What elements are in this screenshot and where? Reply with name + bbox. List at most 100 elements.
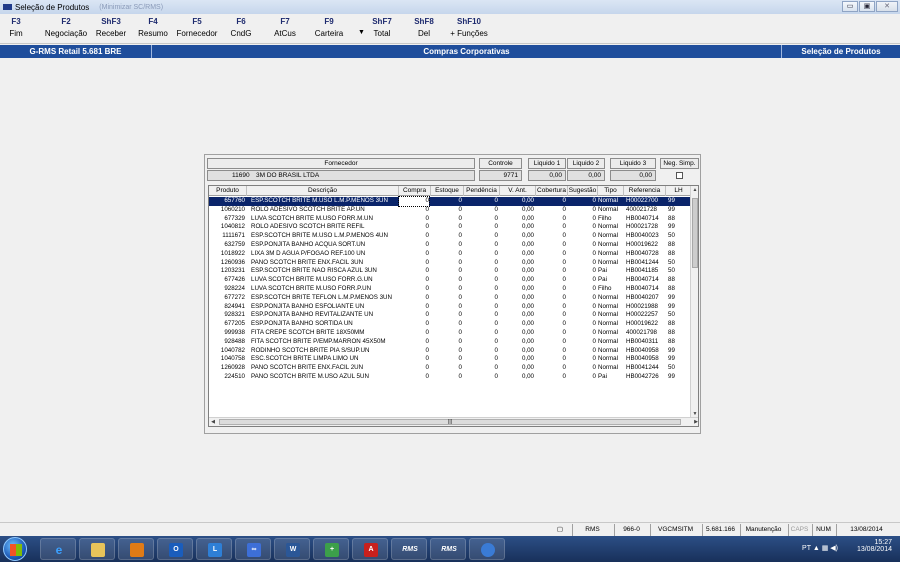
cell-pendencia: 0 <box>494 364 498 372</box>
app-icon-taskbar[interactable] <box>469 538 505 560</box>
fkey-atcus[interactable]: F7 AtCus <box>270 17 300 38</box>
rms-icon[interactable]: RMS <box>391 538 427 560</box>
scroll-right-icon[interactable]: ▶ <box>692 418 698 426</box>
connect-icon[interactable]: ∞ <box>235 538 271 560</box>
rms-icon-2[interactable]: RMS <box>430 538 466 560</box>
cell-compra[interactable]: 0 <box>399 215 429 224</box>
table-row[interactable]: 1040782 RODINHO SCOTCH BRITE PIA S/SUP.UN… <box>209 347 692 356</box>
fkey-carteira[interactable]: F9 Carteira ▼ <box>312 17 365 38</box>
taskbar: e O L ∞ W + A RMS RMS PT ▲ ▦ ◀) 15:27 13… <box>0 536 900 562</box>
outlook-icon[interactable]: O <box>157 538 193 560</box>
table-row[interactable]: 824941 ESP.PONJITA BANHO ESFOLIANTE UN 0 0 0… <box>209 303 692 312</box>
hscroll-thumb[interactable]: ||| <box>219 419 681 425</box>
table-row[interactable]: 1040758 ESC.SCOTCH BRITE LIMPA LIMO UN 0 0 0… <box>209 355 692 364</box>
table-row[interactable]: 657760 ESP.SCOTCH BRITE M.USO L.M.P.MENOS… <box>209 196 692 207</box>
col-cobertura[interactable]: Cobertura <box>536 186 568 196</box>
col-produto[interactable]: Produto <box>209 186 247 196</box>
table-row[interactable]: 1203231 ESP.SCOTCH BRITE NAO RISCA AZUL 3… <box>209 267 692 276</box>
col-referencia[interactable]: Referencia <box>624 186 666 196</box>
vertical-scrollbar[interactable]: ▲ ▼ <box>690 186 698 418</box>
table-row[interactable]: 1060210 ROLO ADESIVO SCOTCH BRITE AP.UN 0 0… <box>209 206 692 215</box>
clock[interactable]: 15:27 13/08/2014 <box>857 539 892 553</box>
cell-compra[interactable]: 0 <box>399 259 429 268</box>
system-tray[interactable]: PT ▲ ▦ ◀) <box>802 544 838 552</box>
word-icon[interactable]: W <box>274 538 310 560</box>
media-icon[interactable] <box>118 538 154 560</box>
col-sugestao[interactable]: Sugestão <box>568 186 598 196</box>
scroll-up-icon[interactable]: ▲ <box>691 186 698 194</box>
cell-compra[interactable]: 0 <box>399 276 429 285</box>
cell-produto: 1040758 <box>220 355 245 363</box>
table-row[interactable]: 928321 ESP.PONJITA BANHO REVITALIZANTE UN… <box>209 311 692 320</box>
cell-compra[interactable]: 0 <box>399 232 429 241</box>
minimize-button[interactable]: ▭ <box>842 1 858 12</box>
table-row[interactable]: 224510 PANO SCOTCH BRITE M.USO AZUL 5UN 0 0… <box>209 373 692 382</box>
scroll-left-icon[interactable]: ◀ <box>209 418 217 426</box>
cell-compra[interactable]: 0 <box>399 303 429 312</box>
col-tipo[interactable]: Tipo <box>598 186 624 196</box>
cell-compra[interactable]: 0 <box>399 285 429 294</box>
table-row[interactable]: 632759 ESP.PONJITA BANHO ACQUA SORT.UN 0 0 0… <box>209 241 692 250</box>
tray-arrow-icon[interactable]: ▲ <box>813 545 820 552</box>
col-lh[interactable]: LH <box>666 186 692 196</box>
maximize-button[interactable]: ▣ <box>859 1 875 12</box>
col-v-ant[interactable]: V. Ant. <box>500 186 536 196</box>
cell-compra[interactable]: 0 <box>399 294 429 303</box>
installer-icon[interactable]: + <box>313 538 349 560</box>
table-row[interactable]: 999938 FITA CREPE SCOTCH BRITE 18X50MM 0 0 0… <box>209 329 692 338</box>
cell-compra[interactable]: 0 <box>399 320 429 329</box>
table-row[interactable]: 677272 ESP.SCOTCH BRITE TEFLON L.M.P.MENO… <box>209 294 692 303</box>
cell-compra[interactable]: 0 <box>399 373 429 382</box>
table-row[interactable]: 1260936 PANO SCOTCH BRITE ENX.FACIL 3UN 0 0… <box>209 259 692 268</box>
tray-language[interactable]: PT <box>802 545 811 552</box>
lync-icon[interactable]: L <box>196 538 232 560</box>
table-row[interactable]: 1040812 ROLO ADESIVO SCOTCH BRITE REFIL 0 0… <box>209 223 692 232</box>
fkey-fim[interactable]: F3 Fim <box>4 17 28 38</box>
table-row[interactable]: 1018922 LIXA 3M D AGUA P/FOGAO REF.100 UN… <box>209 250 692 259</box>
col-descricao[interactable]: Descrição <box>247 186 399 196</box>
table-row[interactable]: 677329 LUVA SCOTCH BRITE M.USO FORR.M.UN 0… <box>209 215 692 224</box>
explorer-icon[interactable] <box>79 538 115 560</box>
negsimp-checkbox[interactable] <box>676 172 683 179</box>
start-button[interactable] <box>3 537 27 561</box>
table-row[interactable]: 928488 FITA SCOTCH BRITE P/EMP.MARRON 45X… <box>209 338 692 347</box>
pdf-icon[interactable]: A <box>352 538 388 560</box>
fkey-fornecedor[interactable]: F5 Fornecedor <box>175 17 219 38</box>
cell-compra[interactable]: 0 <box>399 241 429 250</box>
fkey-receber[interactable]: ShF3 Receber <box>94 17 128 38</box>
cell-compra[interactable]: 0 <box>399 355 429 364</box>
cell-compra[interactable]: 0 <box>399 206 429 215</box>
fkey-mais-funcoes[interactable]: ShF10 + Funções <box>448 17 490 38</box>
cell-compra[interactable]: 0 <box>399 338 429 347</box>
cell-compra[interactable]: 0 <box>399 364 429 373</box>
fkey-resumo[interactable]: F4 Resumo <box>136 17 170 38</box>
ie-icon[interactable]: e <box>40 538 76 560</box>
col-estoque[interactable]: Estoque <box>431 186 464 196</box>
cell-referencia: HB0041244 <box>626 364 659 372</box>
cell-compra[interactable]: 0 <box>399 311 429 320</box>
cell-tipo: Normal <box>598 329 618 336</box>
col-pendencia[interactable]: Pendência <box>464 186 500 196</box>
fkey-total[interactable]: ShF7 Total <box>368 17 396 38</box>
dropdown-arrow-icon[interactable]: ▼ <box>358 29 365 36</box>
table-row[interactable]: 1111671 ESP.SCOTCH BRITE M.USO L.M.P.MENO… <box>209 232 692 241</box>
cell-compra[interactable]: 0 <box>399 347 429 356</box>
network-icon[interactable]: ▦ <box>822 545 829 552</box>
col-compra[interactable]: Compra <box>399 186 431 196</box>
volume-icon[interactable]: ◀) <box>830 545 838 552</box>
cell-compra[interactable]: 0 <box>399 250 429 259</box>
close-button[interactable]: ✕ <box>876 1 898 12</box>
cell-compra[interactable]: 0 <box>399 267 429 276</box>
cell-compra[interactable]: 0 <box>399 223 429 232</box>
fkey-negociacao[interactable]: F2 Negociação <box>44 17 88 38</box>
horizontal-scrollbar[interactable]: ◀ ||| ▶ <box>209 417 698 426</box>
cell-compra[interactable]: 0 <box>398 196 430 207</box>
fkey-cndg[interactable]: F6 CndG <box>226 17 256 38</box>
fkey-del[interactable]: ShF8 Del <box>410 17 438 38</box>
scroll-thumb[interactable] <box>692 198 698 268</box>
table-row[interactable]: 1260928 PANO SCOTCH BRITE ENX.FACIL 2UN 0 0… <box>209 364 692 373</box>
table-row[interactable]: 677205 ESP.PONJITA BANHO SORTIDA UN 0 0 0 0,0… <box>209 320 692 329</box>
cell-compra[interactable]: 0 <box>399 329 429 338</box>
table-row[interactable]: 677426 LUVA SCOTCH BRITE M.USO FORR.G.UN 0… <box>209 276 692 285</box>
table-row[interactable]: 928224 LUVA SCOTCH BRITE M.USO FORR.P.UN 0… <box>209 285 692 294</box>
